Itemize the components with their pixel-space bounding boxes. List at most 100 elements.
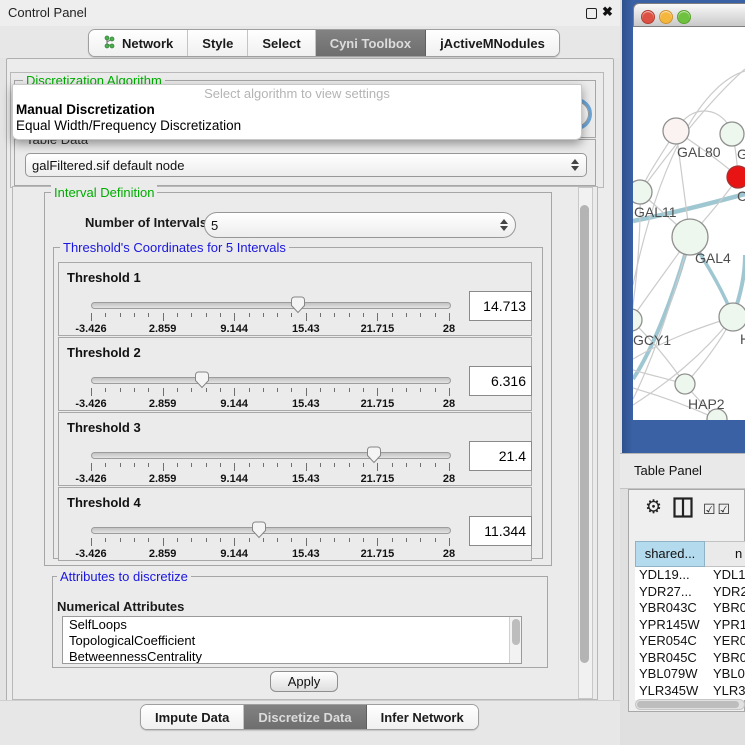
cell-shared-name[interactable]: YBR043C xyxy=(635,600,709,617)
network-node[interactable] xyxy=(633,309,642,331)
cell-name[interactable]: YBR0 xyxy=(709,600,745,617)
table-data-combobox-value: galFiltered.sif default node xyxy=(32,158,569,173)
numerical-attributes-list[interactable]: SelfLoopsTopologicalCoefficientBetweenne… xyxy=(62,616,522,664)
bottom-tab-control: Impute Data Discretize Data Infer Networ… xyxy=(140,704,479,730)
cell-shared-name[interactable]: YDL19... xyxy=(635,567,709,584)
slider-thumb[interactable] xyxy=(251,521,267,539)
slider-ticks xyxy=(91,313,449,322)
gear-icon[interactable]: ⚙ xyxy=(645,496,662,519)
table-browser: ⚙ ☑☑ shared... n YDL19...YDL1YDR27...YDR… xyxy=(628,489,745,712)
settings-scrollbar-thumb[interactable] xyxy=(580,205,589,663)
cell-name[interactable]: YLR3 xyxy=(709,683,745,700)
threshold-value-field[interactable]: 14.713 xyxy=(469,291,532,321)
cell-shared-name[interactable]: YER054C xyxy=(635,633,709,650)
apply-button[interactable]: Apply xyxy=(270,671,338,692)
threshold-slider[interactable]: -3.4262.8599.14415.4321.71528 xyxy=(91,522,449,560)
table-row[interactable]: YER054CYER0 xyxy=(635,633,745,650)
network-node[interactable] xyxy=(719,303,745,331)
close-traffic-light-icon[interactable] xyxy=(641,10,655,24)
tab-discretize-data-label: Discretize Data xyxy=(258,710,351,725)
zoom-traffic-light-icon[interactable] xyxy=(677,10,691,24)
algorithm-option[interactable]: Manual Discretization xyxy=(13,102,581,118)
table-row[interactable]: YDR27...YDR2 xyxy=(635,584,745,601)
network-node[interactable] xyxy=(727,166,745,188)
network-window-titlebar[interactable] xyxy=(633,3,745,27)
network-node[interactable] xyxy=(633,180,652,204)
tab-jactivemnodules[interactable]: jActiveMNodules xyxy=(426,30,559,56)
threshold-slider[interactable]: -3.4262.8599.14415.4321.71528 xyxy=(91,372,449,410)
table-data-combobox[interactable]: galFiltered.sif default node xyxy=(25,153,587,177)
network-node-label: HAP2 xyxy=(688,396,725,412)
cell-shared-name[interactable]: YBR045C xyxy=(635,650,709,667)
number-of-intervals-combobox[interactable]: 5 xyxy=(204,212,516,238)
threshold-value-field[interactable]: 6.316 xyxy=(469,366,532,396)
network-edge[interactable] xyxy=(633,237,690,379)
checkbox-icons[interactable]: ☑☑ xyxy=(703,501,732,518)
cell-shared-name[interactable]: YDR27... xyxy=(635,584,709,601)
cell-name[interactable]: YDR2 xyxy=(709,584,745,601)
slider-ticks xyxy=(91,463,449,472)
slider-track[interactable] xyxy=(91,377,451,384)
slider-track[interactable] xyxy=(91,452,451,459)
minimize-traffic-light-icon[interactable] xyxy=(659,10,673,24)
table-horizontal-scrollbar[interactable] xyxy=(635,699,745,710)
tab-select[interactable]: Select xyxy=(248,30,315,56)
slider-thumb[interactable] xyxy=(366,446,382,464)
tab-style-label: Style xyxy=(202,36,233,51)
cell-name[interactable]: YBL0 xyxy=(709,666,745,683)
node-table-header: shared... n xyxy=(635,541,745,567)
slider-track[interactable] xyxy=(91,527,451,534)
network-canvas[interactable]: GAL80GACGAL11GAL4GCY1HHAP2 xyxy=(633,27,745,420)
cell-name[interactable]: YDL1 xyxy=(709,567,745,584)
table-row[interactable]: YBL079WYBL0 xyxy=(635,666,745,683)
attribute-item[interactable]: SelfLoops xyxy=(63,617,521,633)
cell-name[interactable]: YPR1 xyxy=(709,617,745,634)
network-node[interactable] xyxy=(663,118,689,144)
tab-style[interactable]: Style xyxy=(188,30,248,56)
slider-track[interactable] xyxy=(91,302,451,309)
tab-impute-data[interactable]: Impute Data xyxy=(141,705,244,729)
table-row[interactable]: YBR045CYBR0 xyxy=(635,650,745,667)
split-columns-icon[interactable] xyxy=(673,497,693,518)
table-row[interactable]: YBR043CYBR0 xyxy=(635,600,745,617)
cell-shared-name[interactable]: YBL079W xyxy=(635,666,709,683)
tab-discretize-data[interactable]: Discretize Data xyxy=(244,705,366,729)
cell-shared-name[interactable]: YLR345W xyxy=(635,683,709,700)
table-horizontal-scrollbar-thumb[interactable] xyxy=(637,701,739,708)
column-header-shared-name[interactable]: shared... xyxy=(635,541,705,567)
slider-thumb[interactable] xyxy=(194,371,210,389)
threshold-value-field[interactable]: 11.344 xyxy=(469,516,532,546)
network-node[interactable] xyxy=(720,122,744,146)
cell-name[interactable]: YBR0 xyxy=(709,650,745,667)
slider-ticks xyxy=(91,538,449,547)
attribute-item[interactable]: BetweennessCentrality xyxy=(63,649,521,664)
cell-shared-name[interactable]: YPR145W xyxy=(635,617,709,634)
threshold-value-field[interactable]: 21.4 xyxy=(469,441,532,471)
cell-name[interactable]: YER0 xyxy=(709,633,745,650)
table-row[interactable]: YPR145WYPR1 xyxy=(635,617,745,634)
threshold-slider[interactable]: -3.4262.8599.14415.4321.71528 xyxy=(91,447,449,485)
column-header-name[interactable]: n xyxy=(705,541,745,567)
network-node[interactable] xyxy=(675,374,695,394)
settings-scrollbar[interactable] xyxy=(578,187,593,699)
network-node-label: GAL80 xyxy=(677,144,721,160)
tab-infer-network[interactable]: Infer Network xyxy=(367,705,478,729)
tab-network[interactable]: Network xyxy=(89,30,188,56)
algorithm-prompt-item[interactable]: Select algorithm to view settings xyxy=(13,85,581,102)
tab-cyni-toolbox[interactable]: Cyni Toolbox xyxy=(316,30,426,56)
float-window-icon[interactable] xyxy=(586,8,597,19)
algorithm-option[interactable]: Equal Width/Frequency Discretization xyxy=(13,118,581,134)
close-icon[interactable]: ✖ xyxy=(602,4,613,20)
tab-cyni-toolbox-label: Cyni Toolbox xyxy=(330,36,411,51)
attributes-scrollbar-thumb[interactable] xyxy=(512,619,520,645)
attributes-scrollbar[interactable] xyxy=(509,617,522,663)
bottom-tab-strip: Impute Data Discretize Data Infer Networ… xyxy=(0,700,620,745)
number-of-intervals-value: 5 xyxy=(211,218,498,233)
threshold-slider[interactable]: -3.4262.8599.14415.4321.71528 xyxy=(91,297,449,335)
tab-jactivemnodules-label: jActiveMNodules xyxy=(440,36,545,51)
threshold-label: Threshold 2 xyxy=(67,345,141,360)
table-row[interactable]: YDL19...YDL1 xyxy=(635,567,745,584)
slider-thumb[interactable] xyxy=(290,296,306,314)
attribute-item[interactable]: TopologicalCoefficient xyxy=(63,633,521,649)
table-row[interactable]: YLR345WYLR3 xyxy=(635,683,745,700)
